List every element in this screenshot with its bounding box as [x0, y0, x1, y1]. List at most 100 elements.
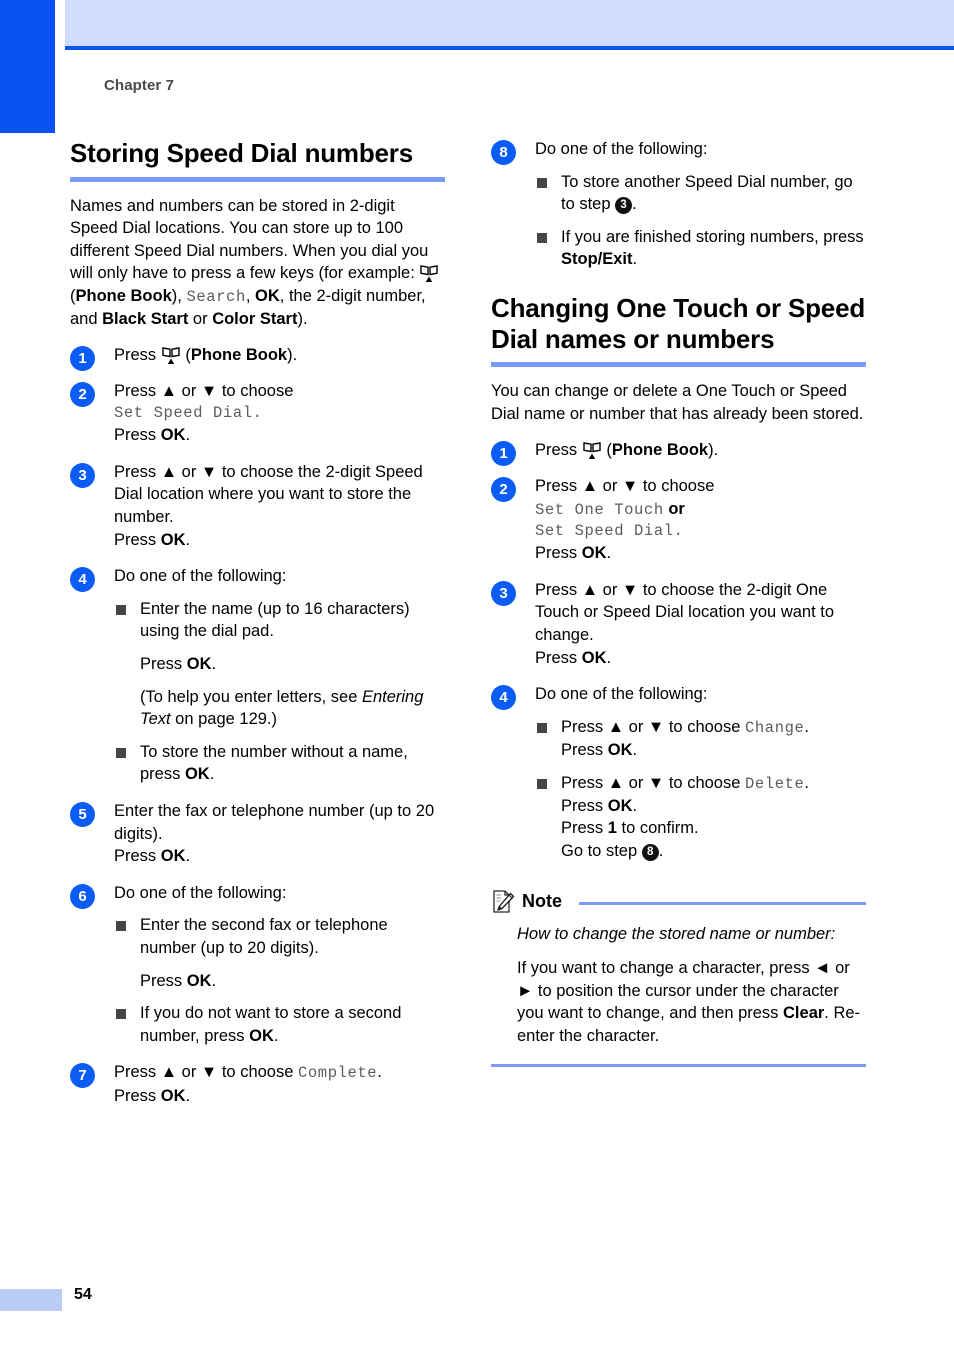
step-line: Press ▲ or ▼ to choose [535, 477, 715, 496]
list-item: Press ▲ or ▼ to choose Change. Press OK. [535, 716, 866, 762]
ok-label: OK [160, 530, 186, 549]
bullet-subline: Press OK. [561, 739, 866, 762]
cross-ref-page: on page 129.) [170, 710, 277, 729]
step-line: Press OK. [535, 542, 866, 565]
cross-ref-prefix: (To help you enter letters, see [140, 687, 362, 706]
step-number-badge: 2 [491, 477, 516, 503]
list-item: Press ▲ or ▼ to choose Delete. Press OK.… [535, 772, 866, 863]
step-line: Press ▲ or ▼ to choose the 2-digit One T… [535, 580, 835, 644]
press-word: Press [535, 544, 582, 563]
bullet-prefix: To store the number without a name, pres… [140, 742, 408, 784]
black-start-label: Black Start [102, 310, 189, 329]
bullet-list: To store another Speed Dial number, go t… [535, 171, 866, 271]
intro-text-5: ). [297, 310, 308, 329]
step-item: 6 Do one of the following: Enter the sec… [70, 882, 445, 1048]
step-body: Do one of the following: Enter the secon… [114, 882, 445, 1048]
square-bullet-icon [116, 604, 126, 615]
intro-comma: , [245, 287, 256, 306]
press-word: Press [535, 648, 582, 667]
ok-label: OK [160, 426, 186, 445]
step-body: Do one of the following: Enter the name … [114, 565, 445, 786]
step-body: Press ▲ or ▼ to choose Complete. Press O… [114, 1061, 445, 1107]
confirm-text: to confirm. [616, 819, 699, 838]
sub-paragraph: Press OK. [114, 653, 445, 676]
ok-label: OK [581, 544, 607, 563]
period: . [632, 796, 638, 815]
note-header-rule [579, 901, 866, 905]
period: . [606, 648, 612, 667]
lcd-text: Complete [297, 1064, 378, 1083]
press-word: Press [140, 971, 187, 990]
step-reference-badge: 8 [641, 843, 659, 861]
step-text: Press [535, 440, 582, 459]
goto-text: Go to step [561, 841, 642, 860]
step-number-badge: 5 [70, 802, 95, 828]
bullet-text: Press ▲ or ▼ to choose Change. Press OK. [561, 718, 866, 762]
intro-text-1: Names and numbers can be stored in 2-dig… [70, 196, 429, 283]
step-item: 1 Press (Phone Book). [491, 439, 866, 466]
ok-label: OK [184, 765, 210, 784]
step-number-badge: 4 [491, 685, 516, 711]
press-word: Press [114, 1086, 161, 1105]
phone-book-icon [419, 263, 439, 283]
confirm-key-label: 1 [607, 819, 617, 838]
bullet-text: Press ▲ or ▼ to choose Delete. Press OK.… [561, 774, 866, 863]
step-text: Press [114, 345, 161, 364]
list-item: If you are finished storing numbers, pre… [535, 226, 866, 271]
step-text-3: ). [708, 440, 719, 459]
step-line: Press OK. [114, 424, 445, 447]
lcd-text: Set Speed Dial. [114, 404, 263, 423]
ok-label: OK [160, 1086, 186, 1105]
step-number-badge: 7 [70, 1063, 95, 1089]
lcd-text: Delete [744, 774, 805, 793]
note-paragraph: If you want to change a character, press… [517, 957, 866, 1047]
page-number: 54 [74, 1286, 92, 1303]
step-body: Press ▲ or ▼ to choose the 2-digit One T… [535, 579, 866, 669]
phone-book-icon [161, 345, 181, 365]
bullet-prefix: To store another Speed Dial number, go t… [561, 172, 853, 214]
intro-paragraph: You can change or delete a One Touch or … [491, 382, 864, 423]
period: . [185, 530, 191, 549]
title-rule [491, 362, 866, 368]
step-line: Press ▲ or ▼ to choose Complete. [114, 1061, 445, 1084]
square-bullet-icon [116, 747, 126, 758]
step-item: 4 Do one of the following: Press ▲ or ▼ … [491, 683, 866, 862]
step-body: Press ▲ or ▼ to choose the 2-digit Speed… [114, 461, 445, 551]
bullet-text: To store another Speed Dial number, go t… [561, 172, 853, 215]
step-number-badge: 3 [70, 462, 95, 488]
bullet-text: Enter the second fax or telephone number… [140, 916, 388, 957]
clear-key-label: Clear [783, 1004, 825, 1023]
ok-label: OK [255, 287, 280, 306]
step-item: 4 Do one of the following: Enter the nam… [70, 565, 445, 786]
chapter-tab-marker [0, 0, 55, 133]
phone-book-icon [582, 440, 602, 460]
list-item: To store the number without a name, pres… [114, 741, 445, 786]
period: . [211, 971, 217, 990]
list-item: To store another Speed Dial number, go t… [535, 171, 866, 216]
step-line: Press OK. [114, 529, 445, 552]
bullet-text: If you are finished storing numbers, pre… [561, 228, 864, 269]
phone-book-label: Phone Book [190, 345, 288, 364]
bullet-subline: Go to step 8. [561, 840, 866, 863]
press-word: Press ▲ or ▼ to choose [114, 1063, 298, 1082]
step-number-badge: 8 [491, 140, 516, 165]
note-italic-text: How to change the stored name or number: [517, 924, 836, 943]
step-number-badge: 1 [70, 345, 95, 371]
stop-exit-label: Stop/Exit [561, 250, 633, 269]
bullet-list: Press ▲ or ▼ to choose Change. Press OK.… [535, 716, 866, 863]
step-number-badge: 4 [70, 567, 95, 593]
square-bullet-icon [116, 1009, 126, 1020]
header-band [65, 0, 954, 46]
step-line: Do one of the following: [535, 685, 708, 704]
step-text-2: ( [180, 345, 191, 364]
press-word: Press [561, 740, 608, 759]
period: . [804, 717, 809, 736]
step-body: Do one of the following: Press ▲ or ▼ to… [535, 683, 866, 862]
period: . [211, 655, 217, 674]
ok-label: OK [186, 971, 212, 990]
step-item: 2 Press ▲ or ▼ to choose Set Speed Dial.… [70, 380, 445, 446]
title-rule [70, 176, 445, 182]
ok-label: OK [581, 648, 607, 667]
ok-label: OK [607, 796, 633, 815]
step-number-badge: 6 [70, 883, 95, 909]
